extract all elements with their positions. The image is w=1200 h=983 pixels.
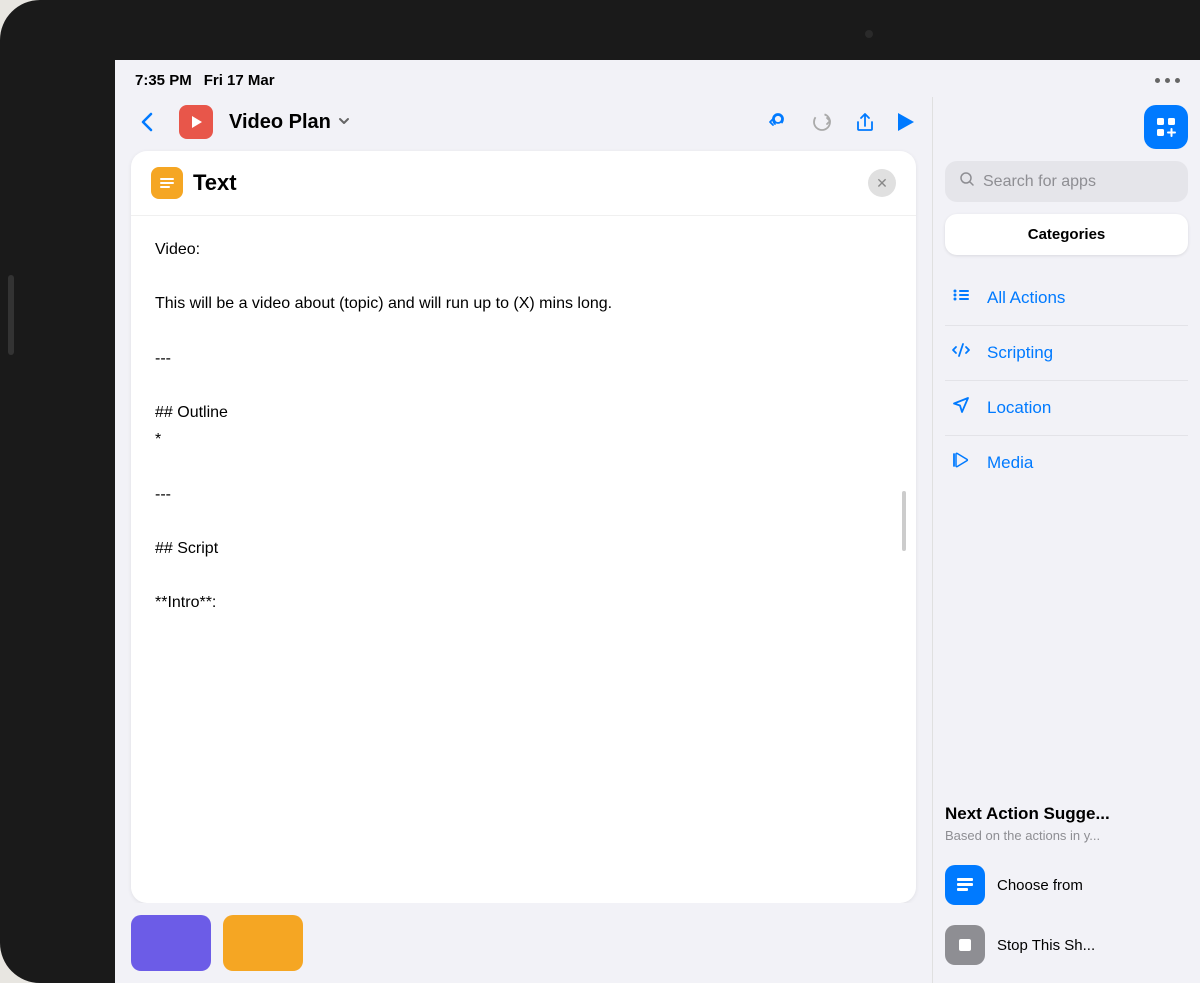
action-item-media[interactable]: Media [945,436,1188,490]
date-label: Fri 17 Mar [204,72,275,89]
action-item-location[interactable]: Location [945,381,1188,436]
search-icon [959,171,975,192]
card-type-icon [151,167,183,199]
media-label: Media [987,453,1033,473]
suggestions-subtitle: Based on the actions in y... [945,828,1188,843]
all-actions-icon [949,285,973,311]
action-list: All Actions Scripting [933,271,1200,792]
scripting-label: Scripting [987,343,1053,363]
content-card: Text ✕ Video: This will be a video about… [131,151,916,903]
suggestion-stop[interactable]: Stop This Sh... [945,915,1188,975]
content-area: Video Plan [115,97,1200,983]
action-thumb-purple[interactable] [131,915,211,971]
search-placeholder-text: Search for apps [983,173,1096,191]
card-close-button[interactable]: ✕ [868,169,896,197]
dot-2 [1165,78,1170,83]
camera-dot [865,30,873,38]
status-time: 7:35 PM Fri 17 Mar [135,72,275,89]
device-frame: hulry 7:35 PM Fri 17 Mar [0,0,1200,983]
location-icon [949,395,973,421]
scroll-indicator [902,491,906,551]
main-panel: Video Plan [115,97,932,983]
choose-from-label: Choose from [997,877,1083,894]
action-item-scripting[interactable]: Scripting [945,326,1188,381]
time-label: 7:35 PM [135,72,192,89]
card-title-area: Text [151,167,237,199]
dot-1 [1155,78,1160,83]
toolbar-actions [766,110,916,134]
suggestions-title: Next Action Sugge... [945,804,1188,824]
share-button[interactable] [854,110,876,134]
toolbar: Video Plan [115,97,932,151]
status-bar: 7:35 PM Fri 17 Mar [115,60,1200,97]
shortcuts-icon[interactable] [1144,105,1188,149]
undo-button[interactable] [766,110,790,134]
bottom-action-bar [115,903,932,983]
card-title-label: Text [193,170,237,196]
all-actions-label: All Actions [987,288,1065,308]
choose-from-icon [945,865,985,905]
workflow-title: Video Plan [229,111,331,134]
scripting-icon [949,340,973,366]
card-header: Text ✕ [131,151,916,216]
action-thumb-yellow[interactable] [223,915,303,971]
search-container: Search for apps [933,161,1200,214]
search-bar[interactable]: Search for apps [945,161,1188,202]
card-body[interactable]: Video: This will be a video about (topic… [131,216,916,903]
categories-button[interactable]: Categories [945,214,1188,255]
dot-3 [1175,78,1180,83]
close-icon: ✕ [876,175,888,192]
device-top-bar [105,0,1200,60]
app-icon [179,105,213,139]
sidebar-header [933,97,1200,161]
card-text-content: Video: This will be a video about (topic… [155,236,892,617]
action-item-all-actions[interactable]: All Actions [945,271,1188,326]
suggestions-section: Next Action Sugge... Based on the action… [933,792,1200,983]
media-icon [949,450,973,476]
toolbar-title-area: Video Plan [229,111,750,134]
right-sidebar: Search for apps Categories [932,97,1200,983]
location-label: Location [987,398,1051,418]
title-chevron-icon[interactable] [337,114,351,131]
side-button [8,275,14,355]
back-button[interactable] [131,106,163,138]
tablet-screen: 7:35 PM Fri 17 Mar [115,60,1200,983]
stop-label: Stop This Sh... [997,937,1095,954]
run-button[interactable] [896,111,916,133]
status-dots [1155,78,1180,83]
suggestion-choose-from[interactable]: Choose from [945,855,1188,915]
redo-button[interactable] [810,110,834,134]
stop-icon [945,925,985,965]
device-left-bar [0,0,115,983]
